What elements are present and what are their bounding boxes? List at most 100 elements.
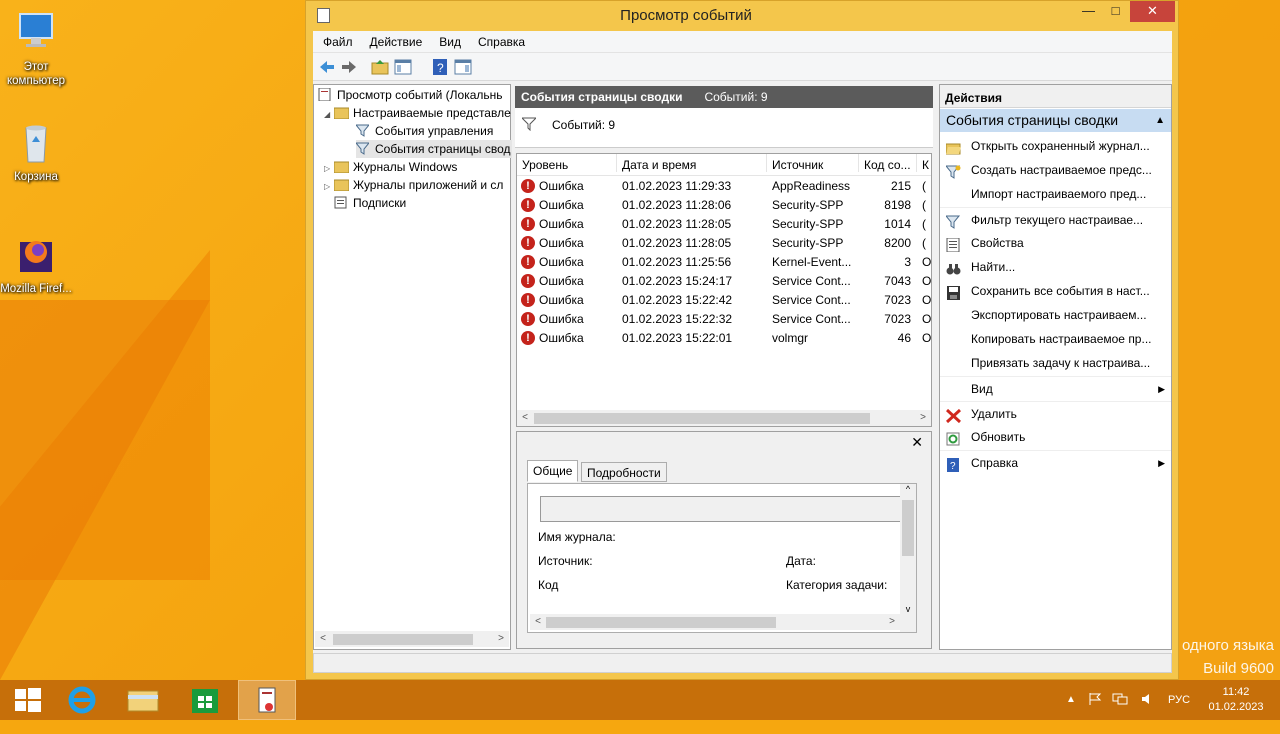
cell-level: Ошибка — [539, 255, 584, 269]
menu-bar: Файл Действие Вид Справка — [313, 31, 1172, 53]
menu-file[interactable]: Файл — [313, 31, 360, 49]
desktop-icon-this-pc[interactable]: Этот компьютер — [0, 10, 72, 88]
action-item[interactable]: Вид ▶ — [940, 376, 1171, 400]
collapse-twisty-icon[interactable]: ▷ — [324, 160, 334, 176]
table-row[interactable]: ! Ошибка 01.02.2023 11:25:56 Kernel-Event..… — [517, 253, 931, 272]
scrollbar-thumb[interactable] — [333, 634, 473, 645]
tree-item-custom-views[interactable]: ◢ Настраиваемые представле — [324, 104, 511, 122]
scroll-left-icon[interactable]: < — [530, 614, 546, 630]
action-item[interactable]: Фильтр текущего настраивае... — [940, 207, 1171, 231]
scrollbar-thumb[interactable] — [546, 617, 776, 628]
action-center-flag-icon[interactable] — [1088, 692, 1102, 732]
action-item[interactable]: Копировать настраиваемое пр... — [940, 327, 1171, 351]
network-icon[interactable] — [1112, 692, 1128, 732]
taskbar-internet-explorer[interactable] — [54, 680, 112, 720]
scroll-right-icon[interactable]: > — [884, 614, 900, 630]
tree-item-subscriptions[interactable]: Подписки — [334, 194, 406, 212]
scrollbar-thumb[interactable] — [534, 413, 870, 424]
tree-horizontal-scrollbar[interactable]: < > — [315, 631, 509, 647]
table-row[interactable]: ! Ошибка 01.02.2023 11:28:05 Security-SPP 10… — [517, 215, 931, 234]
menu-view[interactable]: Вид — [429, 31, 468, 49]
tree-item-summary-events[interactable]: События страницы свод — [356, 140, 512, 158]
scroll-right-icon[interactable]: > — [493, 631, 509, 647]
menu-help[interactable]: Справка — [468, 31, 532, 49]
table-row[interactable]: ! Ошибка 01.02.2023 15:22:42 Service Cont..… — [517, 291, 931, 310]
column-header-datetime[interactable]: Дата и время — [617, 154, 767, 172]
show-hide-action-pane-button[interactable] — [453, 57, 473, 77]
event-description-box[interactable] — [540, 496, 902, 522]
scrollbar-thumb[interactable] — [902, 500, 914, 556]
action-item[interactable]: Свойства — [940, 231, 1171, 255]
tree-item-event-viewer[interactable]: Просмотр событий (Локальнь — [318, 86, 503, 104]
action-item[interactable]: Привязать задачу к настраива... — [940, 351, 1171, 375]
column-header-category[interactable]: К — [917, 154, 931, 172]
action-item[interactable]: Экспортировать настраиваем... — [940, 303, 1171, 327]
help-toolbar-button[interactable]: ? — [430, 57, 450, 77]
table-row[interactable]: ! Ошибка 01.02.2023 11:29:33 AppReadiness 21… — [517, 177, 931, 196]
clock[interactable]: 11:42 01.02.2023 — [1208, 685, 1264, 725]
action-item[interactable]: Создать настраиваемое предс... — [940, 158, 1171, 182]
close-button[interactable]: ✕ — [1130, 1, 1175, 22]
cell-event-code: 1014 — [884, 217, 911, 231]
column-header-level[interactable]: Уровень — [517, 154, 617, 172]
show-hide-tree-button[interactable] — [393, 57, 413, 77]
collapse-up-icon[interactable]: ▲ — [1155, 109, 1165, 132]
action-item[interactable]: Найти... — [940, 255, 1171, 279]
scroll-left-icon[interactable]: < — [315, 631, 331, 647]
expand-twisty-icon[interactable]: ◢ — [324, 106, 334, 122]
menu-action[interactable]: Действие — [360, 31, 430, 49]
action-item[interactable]: ? Справка ▶ — [940, 450, 1171, 474]
error-icon: ! — [521, 236, 535, 250]
scroll-down-icon[interactable]: v — [900, 604, 916, 614]
detail-horizontal-scrollbar[interactable]: < > — [530, 614, 900, 630]
grid-horizontal-scrollbar[interactable]: < > — [517, 410, 931, 426]
cell-source: Service Cont... — [772, 312, 851, 326]
forward-button[interactable] — [339, 57, 359, 77]
tab-details[interactable]: Подробности — [581, 462, 667, 482]
tab-general[interactable]: Общие — [527, 460, 579, 482]
cell-event-code: 7023 — [884, 293, 911, 307]
action-item[interactable]: Импорт настраиваемого пред... — [940, 182, 1171, 206]
scroll-left-icon[interactable]: < — [517, 410, 533, 426]
desktop-icon-recycle-bin[interactable]: Корзина — [0, 120, 72, 184]
detail-vertical-scrollbar[interactable]: ^ v — [900, 484, 916, 632]
tree-item-admin-events[interactable]: События управления — [356, 122, 493, 140]
back-button[interactable] — [317, 57, 337, 77]
scroll-up-icon[interactable]: ^ — [900, 484, 916, 494]
table-row[interactable]: ! Ошибка 01.02.2023 15:24:17 Service Cont..… — [517, 272, 931, 291]
close-detail-icon[interactable]: ✕ — [911, 434, 923, 451]
action-item[interactable]: Обновить — [940, 425, 1171, 449]
action-item[interactable]: Открыть сохраненный журнал... — [940, 134, 1171, 158]
tree-item-app-logs[interactable]: ▷ Журналы приложений и сл — [324, 176, 503, 194]
table-row[interactable]: ! Ошибка 01.02.2023 15:22:01 volmgr 46 O — [517, 329, 931, 348]
taskbar-store[interactable] — [176, 680, 234, 720]
collapse-twisty-icon[interactable]: ▷ — [324, 178, 334, 194]
volume-icon[interactable] — [1140, 692, 1156, 732]
action-item[interactable]: Сохранить все события в наст... — [940, 279, 1171, 303]
filter-new-icon — [944, 163, 961, 179]
start-button[interactable] — [0, 680, 58, 720]
up-folder-button[interactable] — [370, 57, 390, 77]
error-icon: ! — [521, 198, 535, 212]
taskbar-file-explorer[interactable] — [114, 680, 172, 720]
title-bar[interactable]: Просмотр событий — □ ✕ — [306, 1, 1178, 31]
show-hidden-icons[interactable]: ▲ — [1066, 694, 1076, 734]
action-item[interactable]: Удалить — [940, 401, 1171, 425]
table-row[interactable]: ! Ошибка 01.02.2023 11:28:05 Security-SPP 82… — [517, 234, 931, 253]
minimize-button[interactable]: — — [1075, 1, 1102, 22]
actions-section-summary[interactable]: События страницы сводки ▲ — [940, 109, 1171, 132]
table-row[interactable]: ! Ошибка 01.02.2023 11:28:06 Security-SPP 81… — [517, 196, 931, 215]
cell-event-code: 8200 — [884, 236, 911, 250]
scroll-right-icon[interactable]: > — [915, 410, 931, 426]
tree-item-windows-logs[interactable]: ▷ Журналы Windows — [324, 158, 457, 176]
input-language-indicator[interactable]: РУС — [1168, 694, 1190, 734]
maximize-button[interactable]: □ — [1102, 1, 1129, 22]
cell-category: ( — [922, 217, 926, 231]
taskbar-event-viewer[interactable] — [238, 680, 296, 720]
desktop-icon-firefox[interactable]: Mozilla Firef... — [0, 232, 72, 296]
column-header-event-code[interactable]: Код со... — [859, 154, 917, 172]
summary-header-bar: События страницы сводки Событий: 9 — [515, 86, 933, 108]
column-header-source[interactable]: Источник — [767, 154, 859, 172]
folder-icon — [333, 106, 350, 120]
table-row[interactable]: ! Ошибка 01.02.2023 15:22:32 Service Cont..… — [517, 310, 931, 329]
